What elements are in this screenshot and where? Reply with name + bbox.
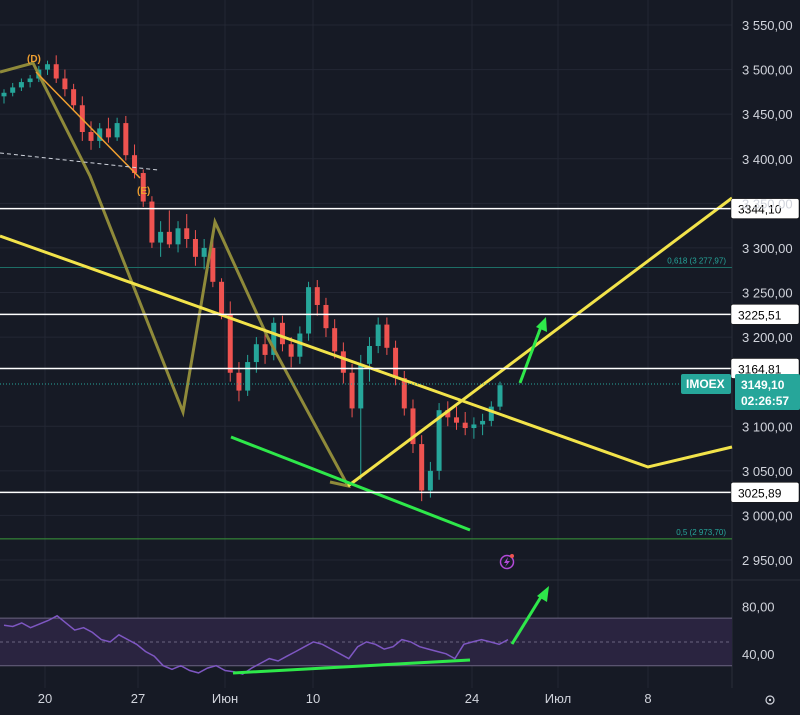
candle-body	[349, 372, 355, 409]
candle-body	[175, 228, 181, 245]
candle-body	[462, 422, 468, 429]
x-tick-label: 10	[306, 691, 320, 706]
rsi-tick-label: 40,00	[742, 647, 775, 662]
candle-body	[158, 231, 164, 243]
wave-label-e: (E)	[137, 186, 150, 197]
y-tick-label: 2 950,00	[742, 553, 793, 568]
candle-body	[453, 417, 459, 423]
candle-body	[384, 324, 390, 348]
countdown-label: 02:26:57	[741, 394, 789, 408]
y-tick-label: 3 350,00	[742, 196, 793, 211]
candle-body	[279, 322, 285, 345]
candle-body	[18, 82, 24, 88]
candle-body	[71, 89, 77, 106]
fib-level-label: 0,618 (3 277,97)	[667, 257, 726, 266]
candle-body	[53, 64, 59, 79]
candle-body	[480, 420, 486, 425]
candle-body	[262, 344, 268, 355]
candle-body	[488, 406, 494, 421]
y-tick-label: 3 400,00	[742, 152, 793, 167]
y-tick-label: 3 250,00	[742, 286, 793, 301]
candle-body	[219, 281, 225, 314]
y-tick-label: 3 050,00	[742, 464, 793, 479]
candle-body	[332, 328, 338, 352]
rsi-tick-label: 80,00	[742, 599, 775, 614]
candle-body	[227, 313, 233, 373]
candle-body	[340, 351, 346, 373]
candle-body	[114, 123, 120, 138]
y-tick-label: 3 450,00	[742, 107, 793, 122]
y-tick-label: 3 200,00	[742, 330, 793, 345]
y-tick-label: 3 500,00	[742, 63, 793, 78]
x-tick-label: Июн	[212, 691, 238, 706]
fib-level-label: 0,5 (2 973,70)	[676, 528, 726, 537]
candle-body	[105, 128, 111, 138]
x-tick-label: Июл	[545, 691, 571, 706]
candle-body	[45, 64, 51, 70]
candle-body	[306, 287, 312, 334]
candle-body	[358, 363, 364, 409]
symbol-label: IMOEX	[686, 377, 725, 391]
candle-body	[375, 324, 381, 346]
candle-body	[323, 304, 329, 329]
candle-body	[1, 92, 7, 97]
candle-body	[166, 231, 172, 245]
candle-body	[27, 78, 33, 83]
candle-body	[236, 372, 242, 391]
candle-body	[149, 201, 155, 243]
candle-body	[471, 424, 477, 429]
x-tick-label: 27	[131, 691, 145, 706]
candle-body	[401, 378, 407, 409]
candle-body	[253, 344, 259, 363]
candle-body	[427, 470, 433, 491]
candle-body	[245, 362, 251, 391]
level-label: 3225,51	[738, 308, 782, 322]
y-tick-label: 3 100,00	[742, 419, 793, 434]
candle-body	[314, 287, 320, 305]
price-chart[interactable]: 80,00 40,00 0,618 (3 277,97) 0,5 (2 973,70…	[0, 0, 800, 715]
y-tick-label: 3 550,00	[742, 18, 793, 33]
candle-body	[201, 247, 207, 257]
candle-body	[184, 228, 190, 239]
x-tick-label: 8	[644, 691, 651, 706]
candle-body	[497, 385, 503, 407]
level-label: 3025,89	[738, 486, 782, 500]
candle-body	[419, 444, 425, 491]
y-tick-label: 3 000,00	[742, 508, 793, 523]
last-price-label: 3149,10	[741, 378, 785, 392]
candle-body	[10, 87, 16, 93]
candle-body	[366, 346, 372, 364]
chart-background	[0, 0, 800, 715]
x-tick-label: 20	[38, 691, 52, 706]
x-tick-label: 24	[465, 691, 479, 706]
candle-body	[123, 123, 129, 156]
candle-body	[192, 239, 198, 257]
candle-body	[88, 132, 94, 141]
wave-label-d: (D)	[27, 54, 41, 65]
candle-body	[62, 78, 68, 90]
candle-body	[288, 344, 294, 357]
y-tick-label: 3 300,00	[742, 241, 793, 256]
candle-body	[393, 347, 399, 379]
